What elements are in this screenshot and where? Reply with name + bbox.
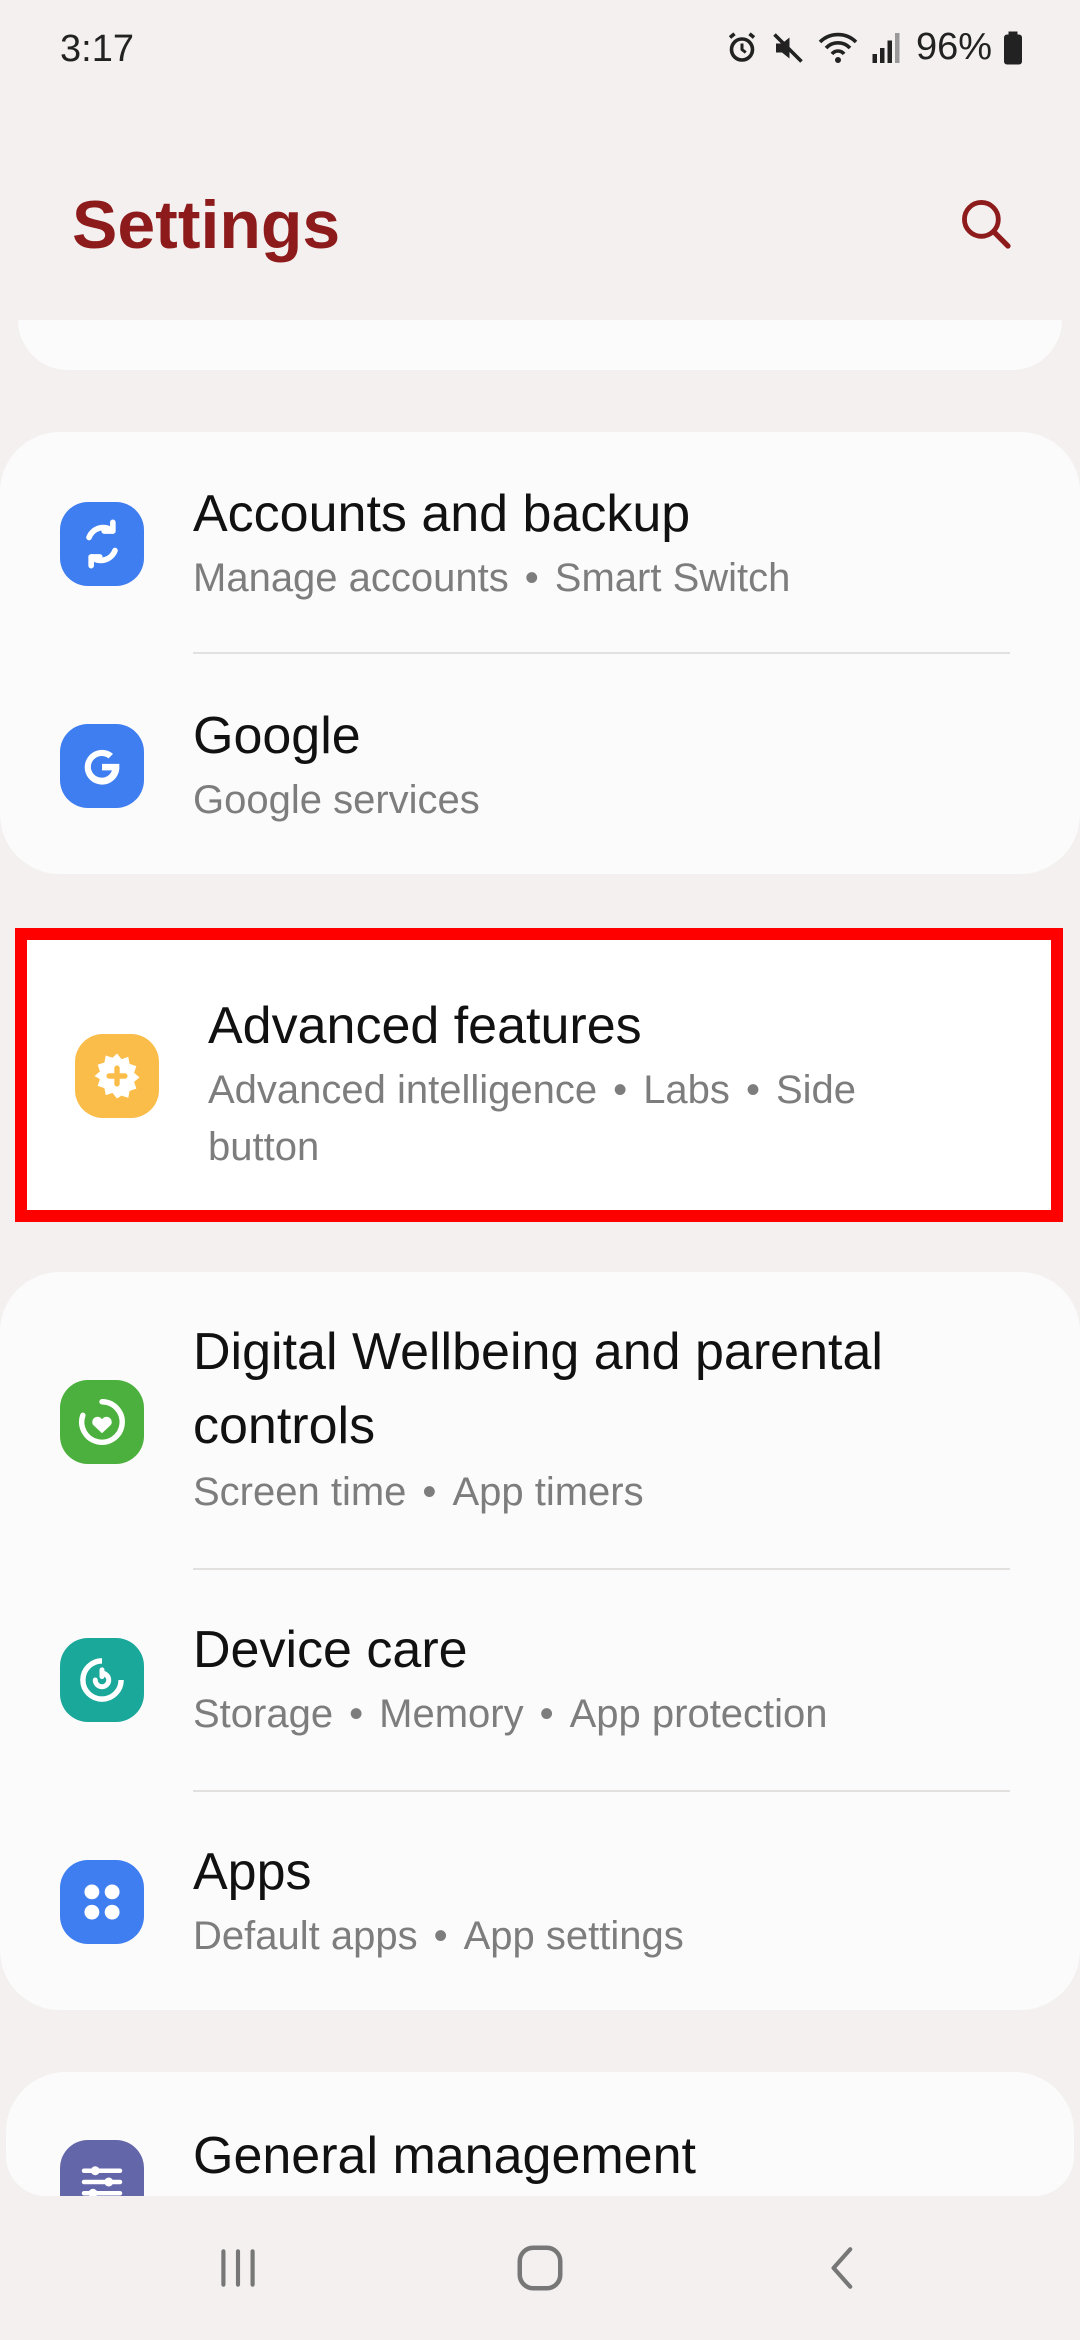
settings-item-general-management[interactable]: General management [6, 2072, 1074, 2196]
item-subtitle: Manage accounts • Smart Switch [193, 556, 790, 601]
device-care-icon [60, 1638, 144, 1722]
subtitle-part: Advanced intelligence [208, 1068, 598, 1112]
separator-dot: • [422, 1470, 437, 1514]
item-title-line1: Digital Wellbeing and parental [193, 1323, 883, 1381]
signal-icon [870, 30, 902, 66]
item-subtitle-line2: button [208, 1125, 320, 1169]
home-button[interactable] [500, 2230, 580, 2310]
alarm-icon [724, 30, 760, 66]
settings-item-apps[interactable]: Apps Default apps • App settings [0, 1792, 1080, 2010]
google-icon [60, 724, 144, 808]
subtitle-part: Side [775, 1068, 857, 1112]
mute-icon [770, 30, 806, 66]
subtitle-part: Manage accounts [193, 556, 509, 600]
subtitle-part: Google services [193, 778, 480, 822]
wifi-icon [816, 30, 860, 66]
back-button[interactable] [804, 2230, 884, 2310]
partial-card-top [18, 320, 1062, 370]
sync-icon [60, 502, 144, 586]
separator-dot: • [433, 1914, 448, 1958]
settings-item-advanced-features[interactable]: Advanced features Advanced intelligence •… [15, 928, 1063, 1222]
status-bar: 3:17 96% [0, 0, 1080, 100]
separator-dot: • [613, 1068, 628, 1112]
item-title: Google [193, 707, 361, 765]
settings-item-accounts-and-backup[interactable]: Accounts and backup Manage accounts • Smar… [0, 432, 1080, 654]
recents-button[interactable] [198, 2230, 278, 2310]
settings-item-digital-wellbeing[interactable]: Digital Wellbeing and parental controls … [0, 1272, 1080, 1570]
wellbeing-icon [60, 1380, 144, 1464]
settings-group-accounts: Accounts and backup Manage accounts • Smar… [0, 432, 1080, 874]
subtitle-part: App timers [452, 1470, 644, 1514]
subtitle-part: App settings [463, 1914, 684, 1958]
settings-item-google[interactable]: Google Google services [0, 654, 1080, 874]
battery-icon [1002, 30, 1024, 66]
item-title: Device care [193, 1621, 468, 1679]
item-subtitle: Default apps • App settings [193, 1914, 684, 1959]
gear-plus-icon [75, 1034, 159, 1118]
separator-dot: • [349, 1692, 364, 1736]
settings-group-wellbeing: Digital Wellbeing and parental controls … [0, 1272, 1080, 2010]
subtitle-part: Labs [643, 1068, 730, 1112]
sliders-icon [60, 2140, 144, 2196]
subtitle-part: Default apps [193, 1914, 418, 1958]
navigation-bar [0, 2200, 1080, 2340]
apps-grid-icon [60, 1860, 144, 1944]
subtitle-part: App protection [569, 1692, 828, 1736]
separator-dot: • [745, 1068, 760, 1112]
item-subtitle: Google services [193, 778, 480, 823]
search-button[interactable] [950, 190, 1020, 260]
back-icon [819, 2243, 869, 2298]
status-time: 3:17 [60, 28, 134, 70]
page-title: Settings [72, 187, 341, 263]
settings-item-device-care[interactable]: Device care Storage • Memory • App protectio… [0, 1570, 1080, 1792]
recents-icon [213, 2243, 263, 2298]
subtitle-part: Smart Switch [554, 556, 791, 600]
home-icon [513, 2241, 567, 2300]
item-title-line2: controls [193, 1397, 376, 1455]
battery-percent: 96% [915, 26, 992, 68]
item-subtitle-line1: Advanced intelligence • Labs • Side [208, 1068, 856, 1113]
item-title: Apps [193, 1843, 312, 1901]
subtitle-part: Storage [193, 1692, 334, 1736]
item-title: General management [193, 2127, 696, 2185]
separator-dot: • [524, 556, 539, 600]
item-subtitle: Storage • Memory • App protection [193, 1692, 828, 1737]
status-icons: 96% [724, 26, 1024, 69]
item-subtitle: Screen time • App timers [193, 1470, 644, 1515]
subtitle-part: Memory [379, 1692, 524, 1736]
search-icon [956, 194, 1014, 257]
separator-dot: • [539, 1692, 554, 1736]
settings-group-general: General management [6, 2072, 1074, 2196]
item-title: Accounts and backup [193, 485, 691, 543]
item-title: Advanced features [208, 997, 642, 1055]
subtitle-part: Screen time [193, 1470, 407, 1514]
